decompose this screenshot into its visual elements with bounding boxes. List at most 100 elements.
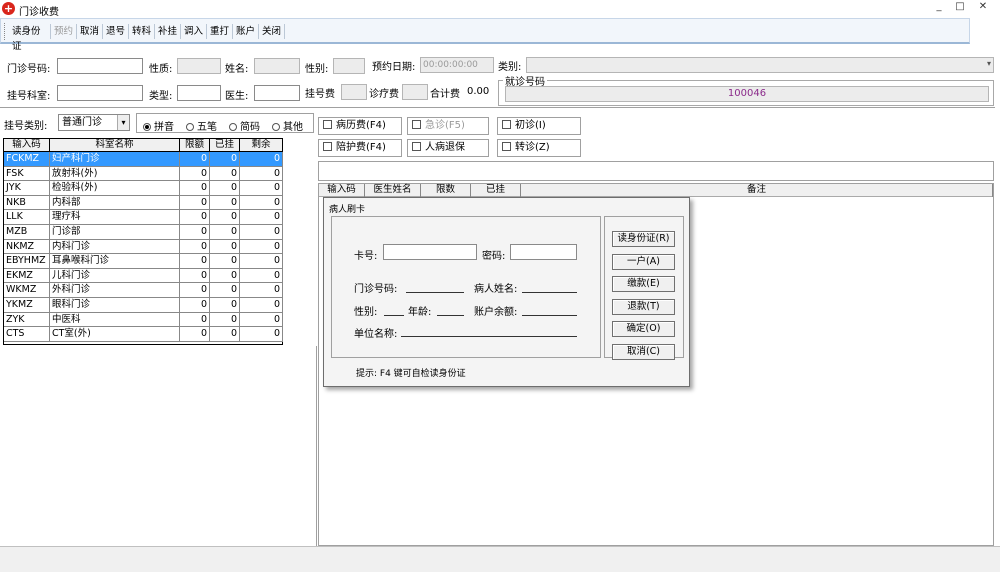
toolbar-button-6[interactable]: 调入 (181, 24, 207, 39)
table-row[interactable]: CTS CT室(外) 0 0 0 (4, 327, 283, 342)
option-checkbox-row2-1[interactable]: 人病退保 (407, 139, 489, 157)
appt-date-input[interactable]: 00:00:00:00 (420, 57, 494, 73)
input-method-radio-1[interactable]: 五笔 (186, 122, 217, 133)
doctor-col-header[interactable]: 备注 (521, 184, 993, 197)
table-cell: 0 (240, 312, 283, 327)
toolbar-button-0[interactable]: 读身份证 (9, 24, 51, 52)
table-cell: 门诊部 (50, 225, 180, 239)
reg-category-select[interactable]: 普通门诊 ▾ (58, 114, 130, 131)
table-cell: NKB (4, 195, 50, 210)
toolbar-button-8[interactable]: 账户 (233, 24, 259, 39)
table-cell: 0 (180, 152, 210, 166)
table-row[interactable]: EKMZ 儿科门诊 0 0 0 (4, 268, 283, 284)
table-cell: 0 (180, 195, 210, 210)
card-swipe-dialog: 病人刷卡 卡号: 密码: 门诊号码: 病人姓名: 性别: 年龄: 账户余额: 单… (323, 197, 690, 387)
option-label: 转诊(Z) (515, 142, 550, 153)
input-method-radio-2[interactable]: 简码 (229, 122, 260, 133)
diag-fee-input[interactable] (402, 84, 428, 100)
type-input[interactable] (177, 85, 221, 101)
dept-col-header[interactable]: 已挂 (210, 139, 240, 152)
table-row[interactable]: LLK 理疗科 0 0 0 (4, 210, 283, 225)
doctor-col-header[interactable]: 医生姓名 (365, 184, 421, 197)
toolbar-button-3[interactable]: 退号 (103, 24, 129, 39)
table-cell: 0 (240, 210, 283, 225)
dept-col-header[interactable]: 科室名称 (50, 139, 180, 152)
input-method-group: 拼音 五笔 简码 其他 (136, 113, 314, 133)
doctor-col-header[interactable]: 限数 (421, 184, 471, 197)
reg-fee-input[interactable] (341, 84, 367, 100)
toolbar-button-1[interactable]: 预约 (51, 24, 77, 39)
option-checkbox-row2-0[interactable]: 陪护费(F4) (318, 139, 402, 157)
dialog-button-2[interactable]: 缴款(E) (612, 276, 675, 292)
table-row[interactable]: FCKMZ 妇产科门诊 0 0 0 (4, 152, 283, 167)
table-row[interactable]: MZB 门诊部 0 0 0 (4, 225, 283, 240)
close-button[interactable]: ✕ (974, 0, 992, 14)
doctor-input[interactable] (254, 85, 300, 101)
toolbar-button-5[interactable]: 补挂 (155, 24, 181, 39)
option-checkbox-row1-0[interactable]: 病历费(F4) (318, 117, 402, 135)
table-cell: WKMZ (4, 283, 50, 298)
dialog-button-3[interactable]: 退款(T) (612, 298, 675, 315)
password-input[interactable] (510, 244, 577, 260)
table-row[interactable]: YKMZ 眼科门诊 0 0 0 (4, 298, 283, 313)
nature-input[interactable] (177, 58, 221, 74)
table-cell: 妇产科门诊 (50, 152, 180, 166)
dialog-button-5[interactable]: 取消(C) (612, 343, 675, 360)
maximize-button[interactable]: □ (951, 0, 969, 14)
table-cell: 0 (210, 181, 240, 196)
radio-label: 五笔 (197, 122, 217, 133)
clinic-no-label: 门诊号码: (7, 64, 51, 75)
dialog-button-1[interactable]: 一户(A) (612, 253, 675, 270)
dept-col-header[interactable]: 剩余 (240, 139, 283, 152)
input-method-radio-3[interactable]: 其他 (272, 122, 303, 133)
table-row[interactable]: NKB 内科部 0 0 0 (4, 195, 283, 211)
dialog-button-4[interactable]: 确定(O) (612, 321, 675, 337)
diag-fee-label: 诊疗费 (369, 89, 399, 100)
category-label: 类别: (498, 62, 522, 73)
table-cell: 0 (210, 195, 240, 210)
table-cell: 0 (210, 268, 240, 283)
toolbar-button-2[interactable]: 取消 (77, 24, 103, 39)
table-row[interactable]: FSK 放射科(外) 0 0 0 (4, 166, 283, 182)
table-row[interactable]: WKMZ 外科门诊 0 0 0 (4, 283, 283, 298)
table-row[interactable]: EBYHMZ 耳鼻喉科门诊 0 0 0 (4, 254, 283, 269)
table-cell: 0 (210, 225, 240, 239)
dlg-patient-name-label: 病人姓名: (474, 284, 518, 295)
table-row[interactable]: ZYK 中医科 0 0 0 (4, 312, 283, 328)
toolbar-button-9[interactable]: 关闭 (259, 24, 285, 39)
dept-table-header: 输入码 科室名称 限额 已挂 剩余 (4, 139, 283, 152)
radio-label: 简码 (240, 122, 260, 133)
toolbar-button-4[interactable]: 转科 (129, 24, 155, 39)
category-select[interactable]: ▾ (526, 57, 994, 73)
name-input[interactable] (254, 58, 300, 74)
clinic-no-input[interactable] (57, 58, 143, 74)
radio-icon (229, 123, 237, 131)
table-cell: 0 (240, 152, 283, 166)
queue-number-box: 就诊号码 100046 (498, 73, 994, 106)
table-cell: 0 (210, 298, 240, 312)
doctor-col-header[interactable]: 已挂 (471, 184, 521, 197)
table-cell: MZB (4, 225, 50, 239)
table-cell: 0 (180, 283, 210, 298)
checkbox-icon (502, 120, 511, 129)
table-cell: 0 (180, 181, 210, 196)
radio-label: 其他 (283, 122, 303, 133)
option-checkbox-row1-2[interactable]: 初诊(I) (497, 117, 581, 135)
minimize-button[interactable]: _ (930, 0, 948, 14)
toolbar-button-7[interactable]: 重打 (207, 24, 233, 39)
table-cell: 内科门诊 (50, 239, 180, 254)
card-no-input[interactable] (383, 244, 477, 260)
dept-col-header[interactable]: 输入码 (4, 139, 50, 152)
dept-col-header[interactable]: 限额 (180, 139, 210, 152)
input-method-radio-0[interactable]: 拼音 (143, 122, 174, 133)
dept-input[interactable] (57, 85, 143, 101)
option-checkbox-row1-1[interactable]: 急诊(F5) (407, 117, 489, 135)
table-row[interactable]: NKMZ 内科门诊 0 0 0 (4, 239, 283, 255)
sex-input[interactable] (333, 58, 365, 74)
table-cell: 理疗科 (50, 210, 180, 225)
type-label: 类型: (149, 91, 173, 102)
doctor-col-header[interactable]: 输入码 (319, 184, 365, 197)
table-row[interactable]: JYK 检验科(外) 0 0 0 (4, 181, 283, 196)
dialog-button-0[interactable]: 读身份证(R) (612, 231, 675, 247)
option-checkbox-row2-2[interactable]: 转诊(Z) (497, 139, 581, 157)
